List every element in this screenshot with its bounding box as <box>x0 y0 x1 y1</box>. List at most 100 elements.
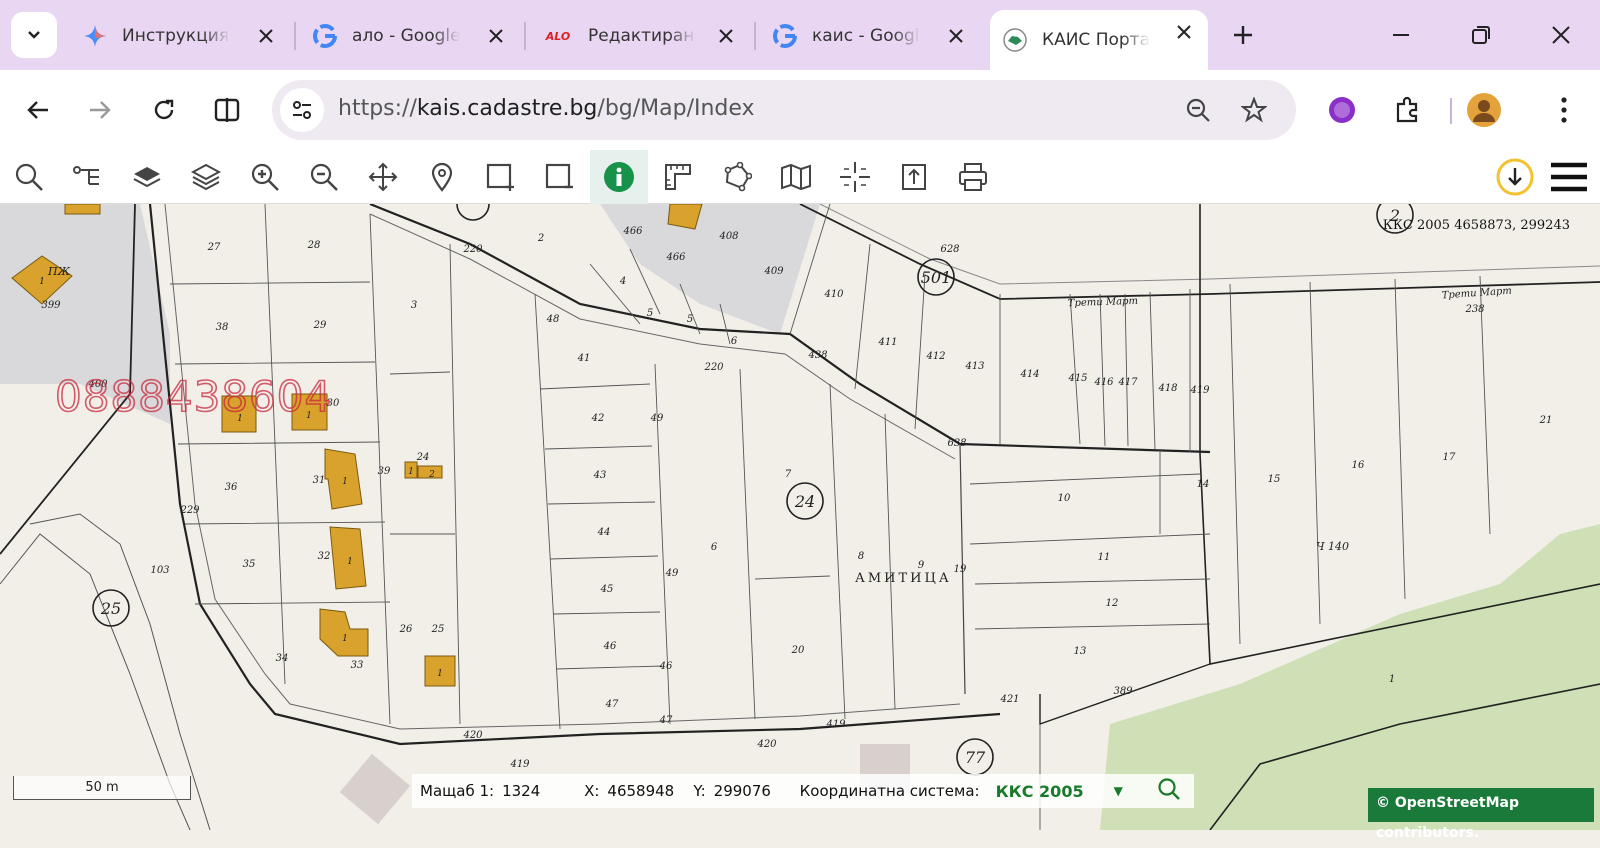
tab-kais-portal[interactable]: КАИС Портал <box>990 10 1208 70</box>
reload-button[interactable] <box>144 90 184 130</box>
layers-solid-tool[interactable] <box>124 154 170 200</box>
street-name: Трети Март <box>1068 296 1139 309</box>
parcel-number: 438 <box>807 350 827 361</box>
crs-select[interactable]: ККС 2005 <box>996 782 1084 801</box>
parcel-number: 413 <box>964 361 984 372</box>
address-bar[interactable]: https://kais.cadastre.bg/bg/Map/Index <box>272 80 1296 140</box>
cadastral-map[interactable]: 501 24 25 77 2 27 28 38 29 3 2 4 5 5 6 466 466 408 409 410… <box>0 204 1600 830</box>
parcel-number: 415 <box>1067 373 1087 384</box>
location-tool[interactable] <box>419 154 465 200</box>
restore-button[interactable] <box>1464 18 1498 52</box>
parcel-number: 408 <box>718 231 738 242</box>
move-icon <box>368 162 398 192</box>
profile-avatar[interactable] <box>1464 90 1504 130</box>
forward-button[interactable] <box>80 90 120 130</box>
region-number: 501 <box>921 268 952 287</box>
zoom-in-tool[interactable] <box>242 154 288 200</box>
region-number: 24 <box>794 492 815 511</box>
info-icon <box>604 162 634 192</box>
building-number: 1 <box>347 557 353 567</box>
parcel-number: 412 <box>925 351 945 362</box>
parcel-number: 12 <box>1106 598 1119 609</box>
parcel-number: 44 <box>597 527 611 538</box>
crs-search-button[interactable] <box>1157 777 1181 805</box>
select-add-tool[interactable] <box>478 154 524 200</box>
tab-alo-google[interactable]: ало - Google <box>300 14 520 58</box>
extension-lr-button[interactable] <box>1322 90 1362 130</box>
avatar-icon <box>1467 93 1501 127</box>
parcel-number: 24 <box>416 452 430 463</box>
map-label: ПЖ <box>47 265 71 278</box>
map-label: Ч 140 <box>1316 540 1349 553</box>
browser-menu-button[interactable] <box>1544 90 1584 130</box>
scale-value[interactable]: 1324 <box>502 782 576 800</box>
parcel-number: 1 <box>1389 674 1395 685</box>
y-value: 299076 <box>713 782 771 800</box>
select-remove-tool[interactable] <box>537 154 583 200</box>
map-icon <box>781 163 811 191</box>
close-icon[interactable] <box>944 24 968 48</box>
tab-search-button[interactable] <box>11 12 57 58</box>
tab-label: КАИС Портал <box>1042 30 1150 50</box>
close-icon[interactable] <box>1172 20 1196 44</box>
gemini-icon <box>82 23 108 49</box>
plus-icon <box>1234 26 1252 44</box>
export-tool[interactable] <box>891 154 937 200</box>
reload-icon <box>154 99 174 120</box>
puzzle-icon <box>1396 96 1418 123</box>
site-info-button[interactable] <box>280 88 324 132</box>
parcel-number: 417 <box>1117 377 1138 388</box>
parcel-number: 45 <box>600 584 614 595</box>
caret-down-icon[interactable]: ▼ <box>1114 784 1123 798</box>
tab-edit[interactable]: ALO Редактиране <box>530 14 750 58</box>
main-menu-button[interactable] <box>1546 154 1592 200</box>
minimize-button[interactable] <box>1384 18 1418 52</box>
extensions-button[interactable] <box>1388 90 1428 130</box>
back-button[interactable] <box>18 90 58 130</box>
tab-separator <box>524 22 526 50</box>
polygon-tool[interactable] <box>714 154 760 200</box>
split-view-button[interactable] <box>207 90 247 130</box>
new-tab-button[interactable] <box>1226 18 1260 52</box>
route-tool[interactable] <box>65 154 111 200</box>
parcel-number: 466 <box>622 226 643 237</box>
url-text[interactable]: https://kais.cadastre.bg/bg/Map/Index <box>338 96 755 121</box>
crosshair-tool[interactable] <box>832 154 878 200</box>
download-button[interactable] <box>1492 154 1538 200</box>
map-drawing[interactable]: 5012425772 27 2838 29324556466466408409410… <box>0 204 1600 830</box>
building-number: 2 <box>428 470 435 480</box>
google-icon <box>312 23 338 49</box>
parcel-number: 420 <box>756 739 777 750</box>
tab-kais-google[interactable]: каис - Google <box>760 14 980 58</box>
bookmark-button[interactable] <box>1238 94 1270 126</box>
close-icon[interactable] <box>254 24 278 48</box>
tab-instruction[interactable]: Инструкция за <box>70 14 290 58</box>
parcel-number: 411 <box>877 337 897 348</box>
info-tool[interactable] <box>590 150 648 204</box>
search-tool[interactable] <box>6 154 52 200</box>
parcel-number: 13 <box>1074 646 1087 657</box>
close-window-button[interactable] <box>1544 18 1578 52</box>
pan-tool[interactable] <box>360 154 406 200</box>
parcel-number: 419 <box>509 759 530 770</box>
parcel-number: 409 <box>763 266 784 277</box>
toolbar-separator <box>1450 98 1452 124</box>
map-view-tool[interactable] <box>773 154 819 200</box>
building <box>319 608 369 657</box>
zoom-out-page-button[interactable] <box>1182 94 1214 126</box>
x-value: 4658948 <box>607 782 675 800</box>
close-icon[interactable] <box>484 24 508 48</box>
tab-separator <box>754 22 756 50</box>
chevron-down-icon <box>28 31 40 39</box>
parcel-number: 9 <box>918 560 925 571</box>
close-icon[interactable] <box>714 24 738 48</box>
print-tool[interactable] <box>950 154 996 200</box>
map-attribution[interactable]: © OpenStreetMap contributors. <box>1368 788 1594 841</box>
parcel-number: 39 <box>378 466 391 477</box>
layers-tool[interactable] <box>183 154 229 200</box>
parcel-number: 29 <box>313 320 327 331</box>
zoom-out-tool[interactable] <box>301 154 347 200</box>
more-vertical-icon <box>1561 97 1567 123</box>
parcel-number: 419 <box>1189 385 1210 396</box>
measure-tool[interactable] <box>655 154 701 200</box>
